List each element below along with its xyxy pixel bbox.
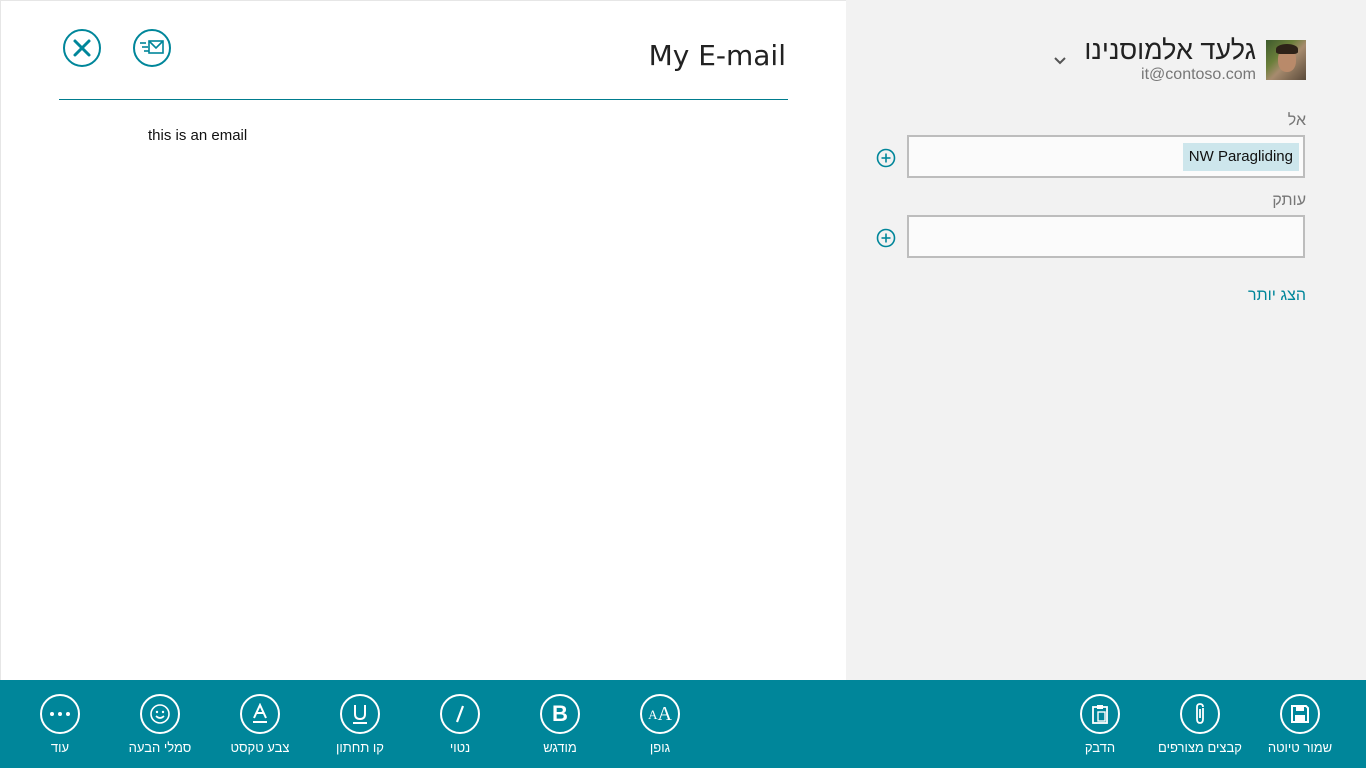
save-icon — [1280, 694, 1320, 734]
sender-email: it@contoso.com — [1141, 66, 1256, 83]
underline-label: קו תחתון — [336, 740, 384, 755]
recipient-chip[interactable]: NW Paragliding — [1182, 143, 1299, 171]
text-color-button[interactable]: צבע טקסט — [210, 694, 310, 755]
avatar-hair — [1276, 44, 1298, 54]
font-icon: AA — [640, 694, 680, 734]
add-cc-recipient-icon[interactable] — [876, 228, 896, 248]
text-color-icon — [240, 694, 280, 734]
underline-button[interactable]: קו תחתון — [310, 694, 410, 755]
underline-icon — [340, 694, 380, 734]
send-button[interactable] — [133, 29, 171, 67]
paste-label: הדבק — [1084, 740, 1116, 755]
bold-button[interactable]: B מודגש — [510, 694, 610, 755]
attachment-icon — [1180, 694, 1220, 734]
italic-label: נטוי — [449, 740, 471, 755]
emoji-icon — [140, 694, 180, 734]
paste-icon — [1080, 694, 1120, 734]
more-icon — [40, 694, 80, 734]
emoji-button[interactable]: סמלי הבעה — [110, 694, 210, 755]
emoji-label: סמלי הבעה — [128, 740, 192, 755]
paste-button[interactable]: הדבק — [1050, 694, 1150, 755]
chevron-down-icon[interactable] — [1053, 56, 1067, 66]
more-button[interactable]: עוד — [10, 694, 110, 755]
font-button[interactable]: AA גופן — [610, 694, 710, 755]
sender-name[interactable]: גלעד אלמוסנינו — [1084, 35, 1256, 66]
attachments-label: קבצים מצורפים — [1158, 740, 1242, 755]
add-to-recipient-icon[interactable] — [876, 148, 896, 168]
to-field[interactable]: NW Paragliding — [907, 135, 1305, 178]
subject-divider — [59, 99, 788, 100]
send-mail-icon — [140, 40, 164, 54]
more-label: עוד — [50, 740, 70, 755]
bold-icon: B — [540, 694, 580, 734]
compose-pane: My E-mail this is an email — [0, 0, 846, 680]
font-label: גופן — [649, 740, 671, 755]
message-body[interactable]: this is an email — [148, 127, 247, 144]
text-color-label: צבע טקסט — [230, 740, 290, 755]
close-button[interactable] — [63, 29, 101, 67]
close-icon — [73, 39, 91, 57]
cc-field[interactable] — [907, 215, 1305, 258]
bold-label: מודגש — [543, 740, 577, 755]
italic-icon — [440, 694, 480, 734]
subject-input[interactable]: My E-mail — [649, 39, 786, 72]
show-more-link[interactable]: הצג יותר — [1248, 287, 1306, 305]
cc-label: עותק — [1272, 192, 1306, 209]
recipients-pane: גלעד אלמוסנינו it@contoso.com אל NW Para… — [846, 0, 1366, 680]
italic-button[interactable]: נטוי — [410, 694, 510, 755]
avatar — [1266, 40, 1306, 80]
attachments-button[interactable]: קבצים מצורפים — [1150, 694, 1250, 755]
app-bar: עוד סמלי הבעה צבע טקסט קו תחתון נטוי B מ… — [0, 680, 1366, 768]
to-label: אל — [1287, 112, 1306, 129]
save-draft-label: שמור טיוטה — [1267, 740, 1333, 755]
save-draft-button[interactable]: שמור טיוטה — [1250, 694, 1350, 755]
